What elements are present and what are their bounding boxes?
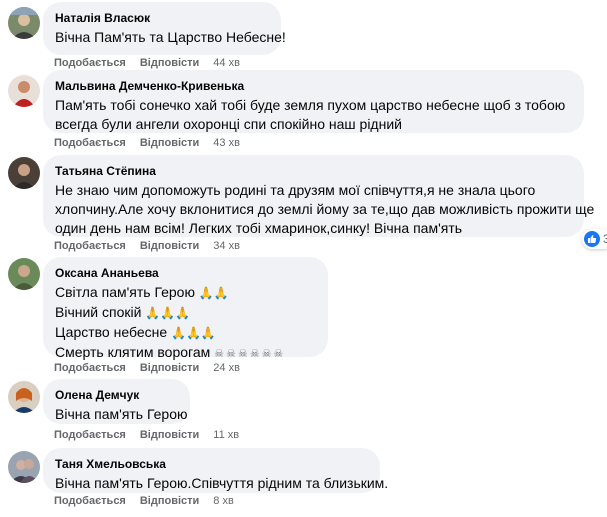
comment-author[interactable]: Наталія Власюк — [55, 10, 269, 26]
comment-author[interactable]: Таня Хмельовська — [55, 456, 368, 472]
comment-author[interactable]: Олена Демчук — [55, 387, 178, 403]
skull-icon: ☠☠☠☠☠☠ — [214, 348, 286, 360]
comment-actions: Подобається Відповісти 11 хв — [54, 428, 239, 442]
like-button[interactable]: Подобається — [54, 240, 126, 252]
comment-time[interactable]: 34 хв — [213, 240, 240, 252]
reply-button[interactable]: Відповісти — [140, 429, 199, 441]
praying-hands-icon: 🙏🙏🙏 — [145, 306, 191, 320]
reaction-count[interactable]: 3 — [582, 229, 607, 249]
comment-author[interactable]: Татьяна Стёпина — [55, 163, 572, 179]
comment-text: Вічна пам'ять Герою.Співчуття рідним та … — [55, 475, 389, 491]
reply-button[interactable]: Відповісти — [140, 57, 199, 69]
comment-author[interactable]: Оксана Ананьева — [55, 265, 316, 281]
comment-bubble: Мальвина Демченко-Кривенька Пам'ять тобі… — [43, 70, 584, 133]
reaction-number: 3 — [603, 232, 607, 246]
comment-bubble: Наталія Власюк Вічна Пам'ять та Царство … — [43, 2, 286, 55]
comment-bubble: Татьяна Стёпина Не знаю чим допоможуть р… — [43, 155, 595, 237]
avatar[interactable] — [8, 157, 40, 189]
comments-feed: Наталія Власюк Вічна Пам'ять та Царство … — [0, 0, 607, 517]
comment-actions: Подобається Відповісти 44 хв — [54, 56, 240, 70]
comment-bubble: Таня Хмельовська Вічна пам'ять Герою.Спі… — [43, 448, 389, 493]
comment-author[interactable]: Мальвина Демченко-Кривенька — [55, 78, 572, 94]
comment-time[interactable]: 8 хв — [213, 495, 234, 507]
comment-text: Світла пам'ять Герою 🙏🙏 Вічний спокій 🙏🙏… — [55, 284, 286, 360]
like-button[interactable]: Подобається — [54, 57, 126, 69]
reply-button[interactable]: Відповісти — [140, 240, 199, 252]
avatar[interactable] — [8, 75, 40, 107]
reply-button[interactable]: Відповісти — [140, 362, 199, 374]
comment-time[interactable]: 44 хв — [213, 57, 240, 69]
comment-time[interactable]: 43 хв — [213, 137, 240, 149]
comment-actions: Подобається Відповісти 43 хв — [54, 136, 240, 150]
like-button[interactable]: Подобається — [54, 362, 126, 374]
comment-text: Пам'ять тобі сонечко хай тобі буде земля… — [55, 97, 566, 132]
comment-time[interactable]: 24 хв — [213, 362, 240, 374]
avatar[interactable] — [8, 258, 40, 290]
reply-button[interactable]: Відповісти — [140, 495, 199, 507]
comment-text: Не знаю чим допоможуть родині та друзям … — [55, 182, 595, 236]
comment-actions: Подобається Відповісти 34 хв — [54, 239, 240, 253]
avatar[interactable] — [8, 451, 40, 483]
like-button[interactable]: Подобається — [54, 429, 126, 441]
avatar[interactable] — [8, 381, 40, 413]
comment-bubble: Оксана Ананьева Світла пам'ять Герою 🙏🙏 … — [43, 257, 328, 360]
comment-time[interactable]: 11 хв — [213, 429, 239, 441]
comment-actions: Подобається Відповісти 24 хв — [54, 361, 240, 375]
comment-text: Вічна пам'ять Герою — [55, 406, 188, 422]
like-button[interactable]: Подобається — [54, 495, 126, 507]
praying-hands-icon: 🙏🙏🙏 — [171, 326, 216, 340]
thumbs-up-icon — [584, 231, 600, 247]
avatar[interactable] — [8, 7, 40, 39]
reply-button[interactable]: Відповісти — [140, 137, 199, 149]
comment-bubble: Олена Демчук Вічна пам'ять Герою — [43, 379, 190, 424]
like-button[interactable]: Подобається — [54, 137, 126, 149]
praying-hands-icon: 🙏🙏 — [198, 286, 229, 300]
comment-text: Вічна Пам'ять та Царство Небесне! — [55, 29, 286, 45]
comment-actions: Подобається Відповісти 8 хв — [54, 494, 234, 508]
